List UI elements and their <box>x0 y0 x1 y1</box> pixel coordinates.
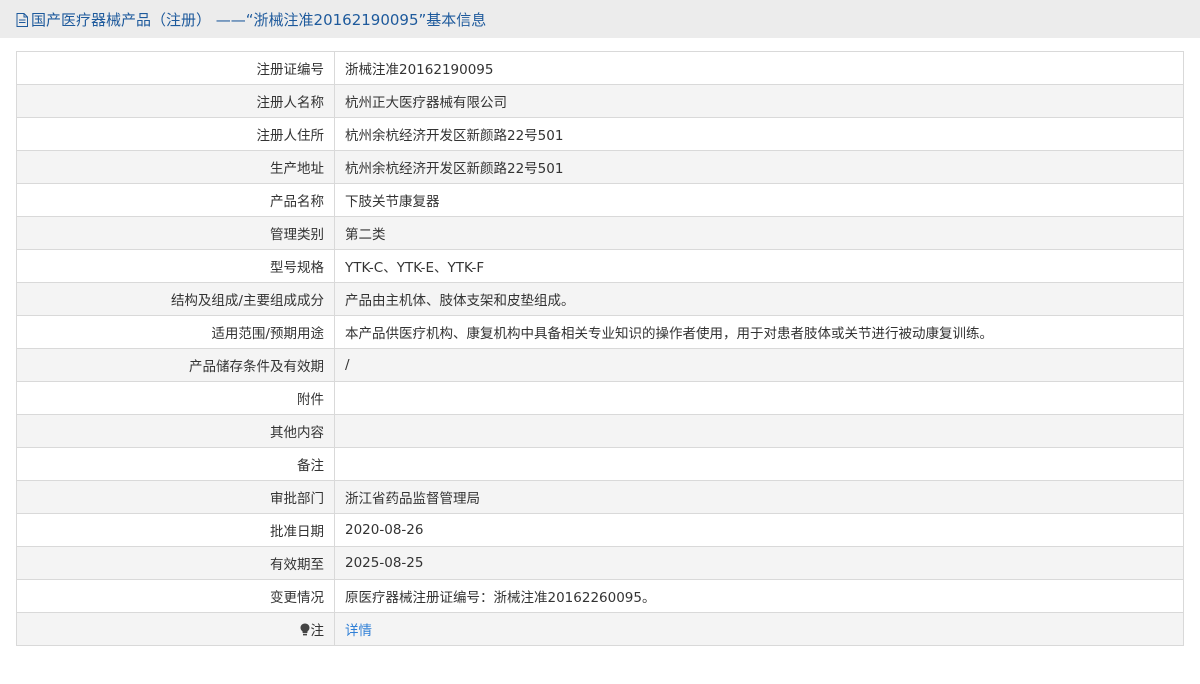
row-label: 管理类别 <box>16 216 335 250</box>
row-label: 审批部门 <box>16 480 335 514</box>
row-value: 本产品供医疗机构、康复机构中具备相关专业知识的操作者使用，用于对患者肢体或关节进… <box>334 315 1184 349</box>
page-header: 国产医疗器械产品（注册） ——“浙械注准20162190095”基本信息 <box>0 0 1200 38</box>
row-value <box>334 414 1184 448</box>
row-label: 产品储存条件及有效期 <box>16 348 335 382</box>
document-icon <box>16 12 28 27</box>
row-value: / <box>334 348 1184 382</box>
row-value: 产品由主机体、肢体支架和皮垫组成。 <box>334 282 1184 316</box>
table-row: 审批部门 浙江省药品监督管理局 <box>16 480 1184 514</box>
row-value: 原医疗器械注册证编号：浙械注准20162260095。 <box>334 579 1184 613</box>
lightbulb-icon <box>300 623 310 636</box>
row-label: 其他内容 <box>16 414 335 448</box>
row-label: 注册人名称 <box>16 84 335 118</box>
table-row: 注册证编号 浙械注准20162190095 <box>16 51 1184 85</box>
row-label: 型号规格 <box>16 249 335 283</box>
info-table: 注册证编号 浙械注准20162190095 注册人名称 杭州正大医疗器械有限公司 注… <box>16 51 1184 646</box>
table-row: 管理类别 第二类 <box>16 216 1184 250</box>
row-value: 2025-08-25 <box>334 546 1184 580</box>
row-label: 有效期至 <box>16 546 335 580</box>
row-label: 适用范围/预期用途 <box>16 315 335 349</box>
row-label: 备注 <box>16 447 335 481</box>
table-row: 有效期至 2025-08-25 <box>16 546 1184 580</box>
row-value <box>334 447 1184 481</box>
row-label: 产品名称 <box>16 183 335 217</box>
row-label: 生产地址 <box>16 150 335 184</box>
row-value: 2020-08-26 <box>334 513 1184 547</box>
table-row: 型号规格 YTK-C、YTK-E、YTK-F <box>16 249 1184 283</box>
table-row: 变更情况 原医疗器械注册证编号：浙械注准20162260095。 <box>16 579 1184 613</box>
row-label: 注册人住所 <box>16 117 335 151</box>
note-value-cell: 详情 <box>334 612 1184 646</box>
row-value: 杭州余杭经济开发区新颜路22号501 <box>334 117 1184 151</box>
table-row: 其他内容 <box>16 414 1184 448</box>
row-label: 注册证编号 <box>16 51 335 85</box>
row-value: 浙械注准20162190095 <box>334 51 1184 85</box>
details-link[interactable]: 详情 <box>345 623 372 639</box>
note-row: 注 详情 <box>16 612 1184 646</box>
row-value: 第二类 <box>334 216 1184 250</box>
table-row: 结构及组成/主要组成成分 产品由主机体、肢体支架和皮垫组成。 <box>16 282 1184 316</box>
row-value: 杭州正大医疗器械有限公司 <box>334 84 1184 118</box>
note-label: 注 <box>310 623 325 639</box>
row-value: 杭州余杭经济开发区新颜路22号501 <box>334 150 1184 184</box>
table-row: 生产地址 杭州余杭经济开发区新颜路22号501 <box>16 150 1184 184</box>
row-value: 下肢关节康复器 <box>334 183 1184 217</box>
note-label-cell: 注 <box>16 612 335 646</box>
page-title: 国产医疗器械产品（注册） ——“浙械注准20162190095”基本信息 <box>31 10 487 29</box>
table-row: 附件 <box>16 381 1184 415</box>
row-value: YTK-C、YTK-E、YTK-F <box>334 249 1184 283</box>
table-row: 备注 <box>16 447 1184 481</box>
table-row: 注册人住所 杭州余杭经济开发区新颜路22号501 <box>16 117 1184 151</box>
table-row: 产品名称 下肢关节康复器 <box>16 183 1184 217</box>
detail-panel: 注册证编号 浙械注准20162190095 注册人名称 杭州正大医疗器械有限公司 注… <box>0 38 1200 684</box>
table-row: 注册人名称 杭州正大医疗器械有限公司 <box>16 84 1184 118</box>
row-label: 批准日期 <box>16 513 335 547</box>
row-value: 浙江省药品监督管理局 <box>334 480 1184 514</box>
table-row: 产品储存条件及有效期 / <box>16 348 1184 382</box>
row-label: 附件 <box>16 381 335 415</box>
table-row: 适用范围/预期用途 本产品供医疗机构、康复机构中具备相关专业知识的操作者使用，用于… <box>16 315 1184 349</box>
row-label: 结构及组成/主要组成成分 <box>16 282 335 316</box>
table-row: 批准日期 2020-08-26 <box>16 513 1184 547</box>
row-value <box>334 381 1184 415</box>
row-label: 变更情况 <box>16 579 335 613</box>
